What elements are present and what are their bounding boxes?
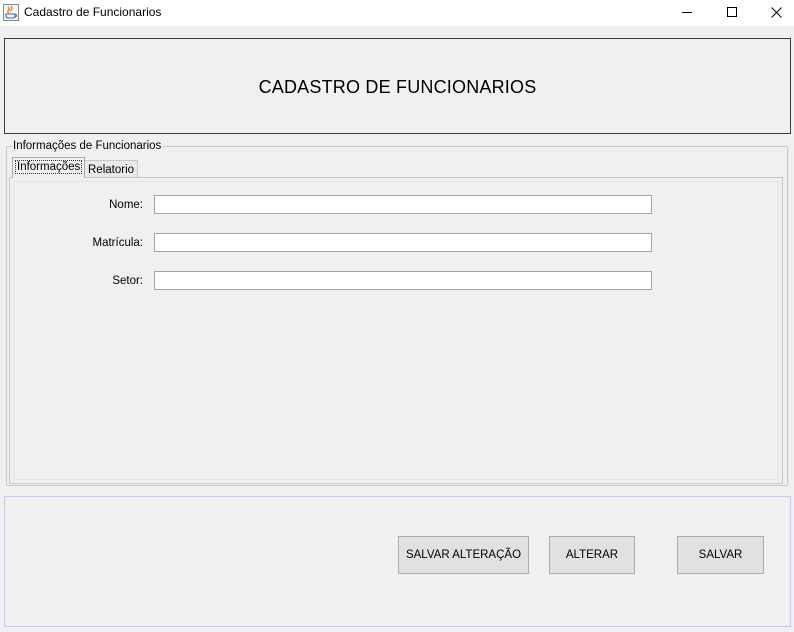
maximize-icon [727, 7, 737, 17]
tab-informacoes[interactable]: Informações [12, 157, 86, 178]
matricula-label: Matrícula: [92, 237, 144, 249]
window-title: Cadastro de Funcionarios [24, 5, 162, 19]
header-panel: CADASTRO DE FUNCIONARIOS [4, 38, 791, 134]
group-legend: Informações de Funcionarios [12, 140, 163, 152]
tab-content [9, 177, 783, 484]
java-app-icon [3, 4, 19, 21]
title-bar: Cadastro de Funcionarios [0, 0, 794, 26]
matricula-input[interactable] [154, 233, 652, 252]
setor-input[interactable] [154, 271, 652, 290]
page-title: CADASTRO DE FUNCIONARIOS [258, 77, 537, 97]
nome-label: Nome: [109, 199, 143, 211]
minimize-icon [682, 12, 692, 13]
close-icon [771, 7, 782, 18]
setor-label: Setor: [112, 275, 143, 287]
save-changes-button[interactable]: SALVAR ALTERAÇÃO [398, 536, 529, 574]
tab-label: Informações [14, 160, 83, 174]
minimize-button[interactable] [664, 0, 710, 26]
maximize-button[interactable] [709, 0, 755, 26]
close-button[interactable] [754, 0, 794, 26]
nome-input[interactable] [154, 195, 652, 214]
tab-label: Relatorio [88, 164, 135, 176]
edit-button[interactable]: ALTERAR [549, 536, 635, 574]
save-button[interactable]: SALVAR [677, 536, 764, 574]
